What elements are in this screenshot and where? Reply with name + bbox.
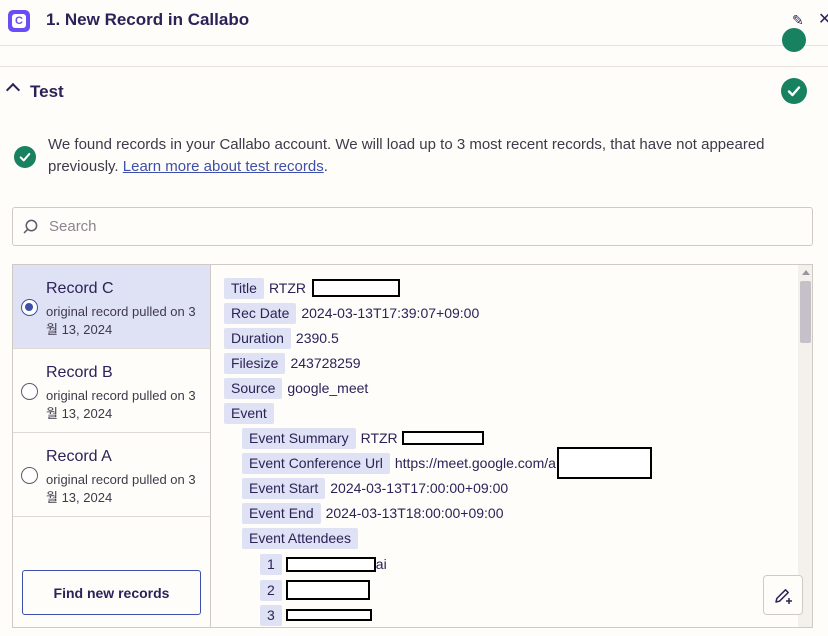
search-input[interactable] xyxy=(49,208,799,245)
field-value: 2024-03-13T18:00:00+09:00 xyxy=(325,505,504,521)
search-icon xyxy=(23,219,38,234)
redaction-box xyxy=(285,609,372,621)
pencil-plus-icon xyxy=(775,589,792,604)
record-name: Record B xyxy=(46,364,113,381)
edit-add-icon[interactable] xyxy=(763,575,803,615)
field-value: RTZR xyxy=(360,430,398,446)
record-item-a[interactable]: Record A original record pulled on 3 월 1… xyxy=(13,433,210,517)
search-box[interactable] xyxy=(12,207,813,246)
attendee-2: 2 e xyxy=(260,579,370,601)
field-key: Filesize xyxy=(224,352,286,374)
field-value: google_meet xyxy=(287,380,369,396)
chevron-up-icon[interactable] xyxy=(5,82,21,98)
record-details: Title RTZR Rec Date 2024-03-13T17:39:07+… xyxy=(212,265,798,627)
record-subtitle: original record pulled on 3 월 13, 2024 xyxy=(46,388,196,421)
record-subtitle: original record pulled on 3 월 13, 2024 xyxy=(46,304,196,337)
field-value: 2390.5 xyxy=(295,330,339,346)
close-icon[interactable]: ✕ xyxy=(818,9,828,29)
field-key: Event Summary xyxy=(242,427,356,449)
field-value: 243728259 xyxy=(290,355,361,371)
field-event-conference-url: Event Conference Url https://meet.google… xyxy=(242,447,652,479)
field-key: 1 xyxy=(260,553,282,575)
field-event: Event xyxy=(224,402,274,424)
record-subtitle: original record pulled on 3 월 13, 2024 xyxy=(46,472,196,505)
field-key: Event Attendees xyxy=(242,527,358,549)
check-circle-icon xyxy=(781,78,807,104)
field-source: Source google_meet xyxy=(224,377,368,399)
record-name: Record A xyxy=(46,448,112,465)
attendee-1: 1 ai xyxy=(260,553,387,575)
field-value: RTZR xyxy=(268,280,307,296)
success-check-icon xyxy=(14,146,36,168)
field-value: 2024-03-13T17:39:07+09:00 xyxy=(301,305,480,321)
field-key: Source xyxy=(224,377,283,399)
redaction-box xyxy=(401,431,484,445)
find-new-records-button[interactable]: Find new records xyxy=(22,570,201,615)
field-duration: Duration 2390.5 xyxy=(224,327,339,349)
field-key: Rec Date xyxy=(224,302,297,324)
field-key: Event End xyxy=(242,502,321,524)
field-value: https://meet.google.com/a xyxy=(394,455,556,471)
previous-section-check-icon xyxy=(782,28,806,52)
notice-end: . xyxy=(323,158,328,175)
record-item-c[interactable]: Record C original record pulled on 3 월 1… xyxy=(13,265,210,349)
field-rec-date: Rec Date 2024-03-13T17:39:07+09:00 xyxy=(224,302,479,324)
redaction-box xyxy=(285,556,376,572)
redaction-box xyxy=(312,279,401,297)
field-value: 2024-03-13T17:00:00+09:00 xyxy=(330,480,509,496)
field-key: 2 xyxy=(260,579,282,601)
field-key: Event Conference Url xyxy=(242,452,390,474)
learn-more-link[interactable]: Learn more about test records xyxy=(123,158,324,175)
record-name: Record C xyxy=(46,280,114,297)
field-filesize: Filesize 243728259 xyxy=(224,352,361,374)
field-event-attendees: Event Attendees xyxy=(242,527,358,549)
field-event-start: Event Start 2024-03-13T17:00:00+09:00 xyxy=(242,477,508,499)
field-key: Event Start xyxy=(242,477,326,499)
radio-button[interactable] xyxy=(21,383,38,400)
section-title: Test xyxy=(30,82,64,101)
details-scrollbar[interactable] xyxy=(798,265,812,627)
callabo-logo-icon: C xyxy=(8,10,30,32)
field-value: ai xyxy=(375,556,387,572)
scroll-up-arrow-icon[interactable] xyxy=(802,270,810,275)
scroll-thumb[interactable] xyxy=(800,281,811,343)
field-title: Title RTZR xyxy=(224,277,401,299)
record-item-b[interactable]: Record B original record pulled on 3 월 1… xyxy=(13,349,210,433)
radio-button[interactable] xyxy=(21,299,38,316)
field-key: Event xyxy=(224,402,274,424)
records-panel: Record C original record pulled on 3 월 1… xyxy=(12,264,813,628)
radio-button[interactable] xyxy=(21,467,38,484)
field-event-end: Event End 2024-03-13T18:00:00+09:00 xyxy=(242,502,503,524)
redaction-box xyxy=(285,580,370,600)
redaction-box xyxy=(556,447,652,479)
field-event-summary: Event Summary RTZR xyxy=(242,427,484,449)
record-list: Record C original record pulled on 3 월 1… xyxy=(13,265,211,627)
pencil-icon[interactable]: ✎ xyxy=(792,12,804,29)
notice-text: We found records in your Callabo account… xyxy=(48,134,804,178)
field-key: Title xyxy=(224,277,264,299)
test-section-header[interactable]: Test xyxy=(0,66,828,114)
attendee-3: 3 xyxy=(260,604,372,626)
field-key: Duration xyxy=(224,327,291,349)
header: C 1. New Record in Callabo ✎ ✕ xyxy=(0,0,828,46)
step-title: 1. New Record in Callabo xyxy=(46,10,250,29)
field-key: 3 xyxy=(260,604,282,626)
